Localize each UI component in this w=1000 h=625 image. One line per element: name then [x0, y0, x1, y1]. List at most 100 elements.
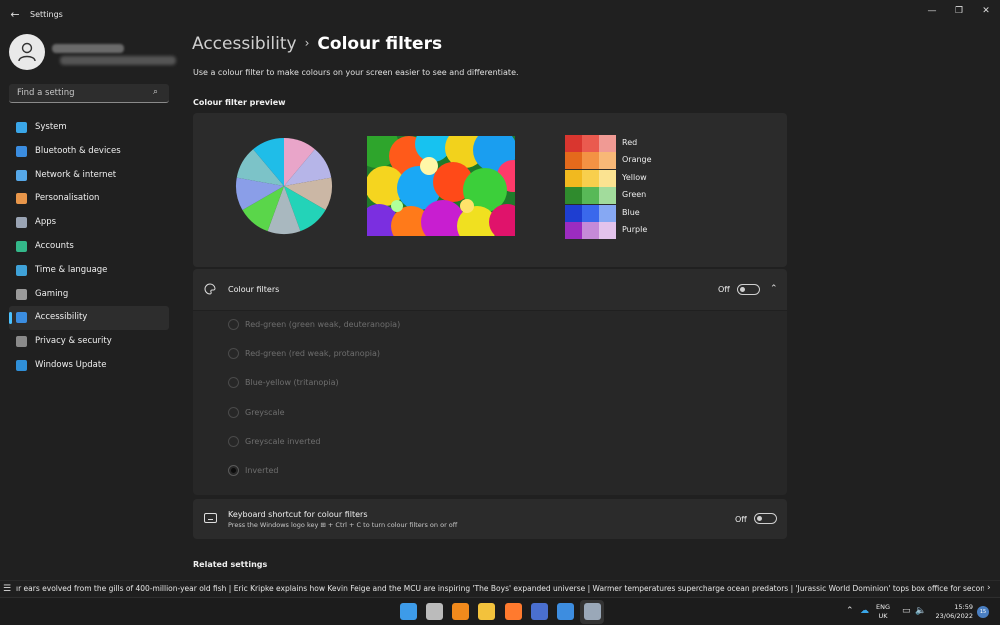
ticker-arrow-icon[interactable]: › [987, 583, 991, 593]
swatch-row-yellow: Yellow [565, 169, 715, 187]
swatch-label: Red [622, 138, 638, 147]
sidebar-item-label: Gaming [35, 288, 69, 299]
brush-icon [16, 193, 27, 205]
swatch-cell [582, 187, 599, 205]
search-placeholder: Find a setting [17, 88, 75, 98]
keyboard-shortcut-setting: Keyboard shortcut for colour filters Pre… [193, 499, 787, 539]
sidebar-item-accessibility[interactable]: Accessibility [9, 306, 169, 331]
keyboard-icon [204, 513, 217, 523]
swatch-cell [599, 221, 616, 239]
sidebar-item-label: System [35, 122, 67, 132]
ticker-text[interactable]: ır ears evolved from the gills of 400-mi… [16, 584, 984, 593]
radio-button[interactable] [228, 377, 239, 389]
shortcut-state: Off [735, 515, 747, 524]
swatch-cell [599, 152, 616, 170]
filter-option-label: Inverted [245, 466, 279, 475]
sidebar-item-label: Apps [35, 217, 57, 228]
menu-icon[interactable]: ☰ [3, 584, 11, 594]
colour-filters-header[interactable]: Colour filters Off ⌃ [193, 269, 787, 310]
swatch-cell [599, 135, 616, 152]
settings-icon[interactable] [584, 603, 601, 620]
lang-line-1: ENG [876, 603, 891, 611]
swatch-cell [565, 152, 582, 170]
sidebar-item-label: Accounts [35, 240, 74, 251]
sidebar-item-bluetooth-devices[interactable]: Bluetooth & devices [9, 140, 169, 164]
swatch-cell [582, 152, 599, 170]
swatch-cell [599, 204, 616, 222]
swatch-cell [565, 135, 582, 152]
sidebar-item-apps[interactable]: Apps [9, 211, 169, 235]
search-input[interactable]: Find a setting ⌕ [9, 84, 169, 103]
person-icon [18, 42, 36, 62]
colour-filters-state: Off [718, 285, 730, 294]
sidebar-item-windows-update[interactable]: Windows Update [9, 354, 169, 378]
network-icon[interactable]: ▭ [902, 606, 911, 616]
shortcut-toggle[interactable] [754, 513, 777, 524]
accessibility-icon [16, 312, 27, 324]
colour-filters-label: Colour filters [228, 285, 280, 294]
accounts-icon [16, 240, 27, 252]
system-icon [16, 122, 27, 133]
start-icon[interactable] [400, 603, 417, 620]
notification-badge[interactable]: 15 [977, 606, 989, 618]
sidebar-item-gaming[interactable]: Gaming [9, 283, 169, 307]
swatch-cell [565, 169, 582, 187]
close-icon[interactable]: ✕ [972, 4, 1000, 18]
related-settings-title: Related settings [193, 560, 268, 569]
news-ticker[interactable]: ☰ ır ears evolved from the gills of 400-… [0, 580, 1000, 596]
sidebar-item-personalisation[interactable]: Personalisation [9, 187, 169, 211]
radio-button[interactable] [228, 465, 239, 476]
file-explorer-icon[interactable] [478, 603, 495, 620]
search-icon[interactable]: ⌕ [153, 87, 163, 97]
language-indicator[interactable]: ENG UK [876, 603, 890, 621]
onedrive-icon[interactable]: ☁ [860, 606, 869, 616]
swatch-cell [582, 204, 599, 222]
volume-icon[interactable]: 🔈 [915, 606, 926, 616]
sidebar-item-network-internet[interactable]: Network & internet [9, 164, 169, 188]
preview-title: Colour filter preview [193, 98, 286, 107]
globe-icon [16, 264, 27, 276]
colour-wheel [236, 138, 332, 234]
chevron-up-icon[interactable]: ⌃ [770, 284, 778, 294]
app-icon[interactable] [531, 603, 548, 620]
task-view-icon[interactable] [426, 603, 443, 620]
shortcut-title: Keyboard shortcut for colour filters [228, 510, 368, 519]
avatar[interactable] [9, 34, 45, 70]
breadcrumb-separator: › [304, 36, 310, 50]
breadcrumb-parent[interactable]: Accessibility [192, 34, 297, 54]
sidebar-item-accounts[interactable]: Accounts [9, 235, 169, 259]
sidebar-item-label: Personalisation [35, 193, 100, 204]
sidebar-item-system[interactable]: System [9, 116, 169, 140]
chevron-up-tray-icon[interactable]: ⌃ [846, 606, 854, 616]
back-arrow-icon[interactable]: ← [8, 8, 22, 22]
rss-icon[interactable] [452, 603, 469, 620]
firefox-icon[interactable] [505, 603, 522, 620]
todo-icon[interactable] [557, 603, 574, 620]
preview-photo [367, 136, 515, 236]
clock[interactable]: 15:59 23/06/2022 [933, 603, 973, 621]
toggle-knob [740, 287, 745, 292]
sidebar-item-time-language[interactable]: Time & language [9, 259, 169, 283]
sidebar-item-label: Privacy & security [35, 336, 112, 347]
maximize-icon[interactable]: ❐ [945, 4, 973, 18]
shield-icon [16, 336, 27, 348]
colour-filter-preview: Red Orange Yellow Green Blue Purple [193, 113, 787, 267]
sidebar-item-label: Bluetooth & devices [35, 145, 121, 156]
filter-option-label: Greyscale [245, 407, 285, 417]
radio-button[interactable] [228, 319, 239, 330]
radio-button[interactable] [228, 406, 239, 418]
colour-filters-toggle[interactable] [737, 284, 760, 295]
radio-button[interactable] [228, 348, 239, 360]
swatch-label: Blue [622, 207, 640, 217]
lang-line-2: UK [878, 612, 888, 620]
palette-icon [204, 283, 216, 295]
swatch-row-red: Red [565, 135, 715, 152]
minimize-icon[interactable]: — [918, 4, 946, 18]
sidebar-nav: System Bluetooth & devices Network & inter… [9, 116, 169, 378]
swatch-row-orange: Orange [565, 152, 715, 170]
swatch-row-purple: Purple [565, 221, 715, 239]
radio-button[interactable] [228, 435, 239, 447]
swatch-label: Purple [622, 224, 648, 234]
colour-filter-options: Red-green (green weak, deuteranopia) Red-… [193, 311, 787, 495]
sidebar-item-privacy-security[interactable]: Privacy & security [9, 330, 169, 354]
